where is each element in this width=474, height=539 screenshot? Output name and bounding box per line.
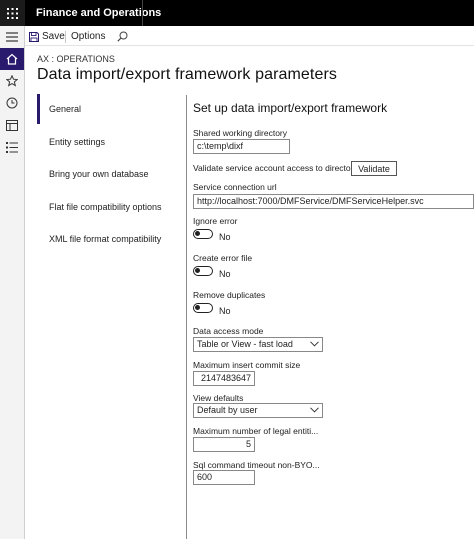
chevron-down-icon: [310, 341, 319, 347]
app-launcher-icon[interactable]: [0, 0, 25, 26]
data-access-mode-select[interactable]: Table or View - fast load: [193, 337, 323, 352]
toggle-knob: [195, 231, 200, 236]
favorites-star-icon[interactable]: [0, 70, 24, 92]
chevron-down-icon: [310, 407, 319, 413]
vertical-tabs: General Entity settings Bring your own d…: [37, 93, 183, 539]
data-access-mode-value: Table or View - fast load: [197, 339, 293, 349]
service-url-input[interactable]: http://localhost:7000/DMFService/DMFServ…: [193, 194, 474, 209]
view-defaults-label: View defaults: [193, 393, 244, 403]
max-insert-commit-input[interactable]: 2147483647: [193, 371, 255, 386]
tab-flat-file-compatibility[interactable]: Flat file compatibility options: [37, 192, 183, 222]
shared-directory-input[interactable]: c:\temp\dixf: [193, 139, 290, 154]
tab-general[interactable]: General: [37, 94, 183, 124]
actionbar-divider: [65, 31, 66, 43]
create-error-file-label: Create error file: [193, 253, 253, 263]
save-button[interactable]: Save: [29, 29, 65, 44]
breadcrumb: AX : OPERATIONS: [37, 54, 115, 64]
sql-timeout-label: Sql command timeout non-BYO...: [193, 460, 320, 470]
max-legal-entities-label: Maximum number of legal entiti...: [193, 426, 319, 436]
max-legal-entities-input[interactable]: 5: [193, 437, 255, 452]
max-insert-commit-label: Maximum insert commit size: [193, 360, 301, 370]
recent-clock-icon[interactable]: [0, 92, 24, 114]
ignore-error-label: Ignore error: [193, 216, 238, 226]
validate-access-label: Validate service account access to direc…: [193, 163, 358, 173]
modules-list-icon[interactable]: [0, 136, 24, 158]
ignore-error-value: No: [219, 232, 231, 242]
shared-directory-label: Shared working directory: [193, 128, 288, 138]
tab-xml-file-format[interactable]: XML file format compatibility: [37, 224, 183, 254]
top-bar: Finance and Operations: [0, 0, 474, 26]
home-icon[interactable]: [0, 48, 24, 70]
workspaces-icon[interactable]: [0, 114, 24, 136]
remove-duplicates-label: Remove duplicates: [193, 290, 266, 300]
toggle-knob: [195, 268, 200, 273]
tab-divider: [186, 95, 187, 539]
hamburger-menu-icon[interactable]: [0, 26, 24, 48]
tab-bring-your-own-database[interactable]: Bring your own database: [37, 159, 183, 189]
validate-button[interactable]: Validate: [351, 161, 397, 176]
save-label: Save: [42, 31, 65, 42]
create-error-file-toggle[interactable]: [193, 266, 213, 276]
options-button[interactable]: Options: [71, 31, 105, 42]
remove-duplicates-toggle[interactable]: [193, 303, 213, 313]
section-title: Set up data import/export framework: [193, 101, 388, 115]
service-url-label: Service connection url: [193, 182, 277, 192]
navigation-pane: [0, 26, 25, 539]
toggle-knob: [195, 305, 200, 310]
topbar-divider: [142, 0, 143, 26]
view-defaults-value: Default by user: [197, 405, 258, 415]
create-error-file-value: No: [219, 269, 231, 279]
tab-entity-settings[interactable]: Entity settings: [37, 127, 183, 157]
ignore-error-toggle[interactable]: [193, 229, 213, 239]
save-icon: [29, 31, 39, 42]
remove-duplicates-value: No: [219, 306, 231, 316]
action-pane: Save Options: [25, 26, 474, 46]
page-title: Data import/export framework parameters: [37, 66, 338, 83]
search-icon[interactable]: [117, 29, 128, 47]
sql-timeout-input[interactable]: 600: [193, 470, 255, 485]
data-access-mode-label: Data access mode: [193, 326, 264, 336]
view-defaults-select[interactable]: Default by user: [193, 403, 323, 418]
